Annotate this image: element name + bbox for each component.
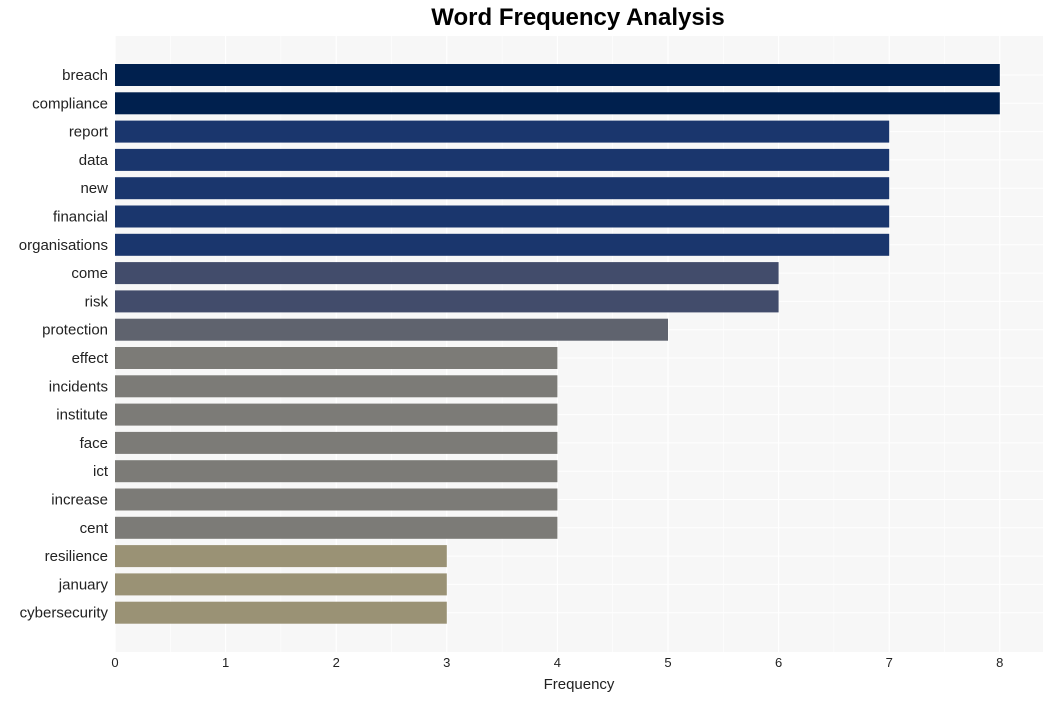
- x-tick-label: 7: [886, 655, 893, 670]
- y-tick-labels: breach compliance report data new financial or…: [19, 67, 109, 622]
- x-tick-label: 1: [222, 655, 229, 670]
- x-tick-label: 0: [111, 655, 118, 670]
- x-tick-label: 5: [664, 655, 671, 670]
- y-tick-label: ict: [93, 463, 109, 480]
- bar-organisations: [115, 233, 890, 256]
- x-tick-label: 4: [554, 655, 561, 670]
- x-tick-label: 3: [443, 655, 450, 670]
- x-tick-label: 2: [333, 655, 340, 670]
- bar-face: [115, 431, 558, 454]
- bar-chart: breach compliance report data new financial or…: [19, 36, 1043, 693]
- y-tick-label: cybersecurity: [20, 605, 109, 622]
- y-tick-label: data: [79, 152, 109, 169]
- y-tick-label: protection: [42, 322, 108, 339]
- y-tick-label: january: [58, 576, 109, 593]
- y-tick-label: organisations: [19, 237, 108, 254]
- y-tick-label: face: [80, 435, 108, 452]
- bar-come: [115, 262, 779, 285]
- x-tick-label: 6: [775, 655, 782, 670]
- x-axis-label: Frequency: [544, 676, 615, 693]
- y-tick-label: institute: [56, 407, 108, 424]
- bar-compliance: [115, 92, 1000, 115]
- y-tick-label: cent: [80, 520, 109, 537]
- bar-resilience: [115, 545, 447, 568]
- bar-protection: [115, 318, 668, 341]
- bar-data: [115, 148, 890, 171]
- y-tick-label: compliance: [32, 95, 108, 112]
- x-tick-labels: 0 1 2 3 4 5 6 7 8: [111, 655, 1003, 670]
- bar-effect: [115, 347, 558, 369]
- y-tick-label: resilience: [45, 548, 108, 565]
- y-tick-label: risk: [85, 293, 109, 310]
- bar-cent: [115, 516, 558, 539]
- bar-incidents: [115, 375, 558, 398]
- bar-report: [115, 120, 890, 143]
- y-tick-label: increase: [51, 492, 108, 509]
- bar-new: [115, 177, 890, 200]
- y-tick-label: financial: [53, 209, 108, 226]
- x-tick-label: 8: [996, 655, 1003, 670]
- bar-ict: [115, 460, 558, 483]
- y-tick-label: new: [80, 180, 108, 197]
- y-tick-label: breach: [62, 67, 108, 84]
- bar-financial: [115, 205, 890, 228]
- y-tick-label: effect: [72, 350, 109, 367]
- bar-january: [115, 573, 447, 596]
- y-tick-label: come: [71, 265, 108, 282]
- y-tick-label: report: [69, 124, 109, 141]
- bar-cybersecurity: [115, 601, 447, 624]
- bar-breach: [115, 64, 1000, 86]
- bar-increase: [115, 488, 558, 511]
- y-tick-label: incidents: [49, 378, 108, 395]
- bar-risk: [115, 290, 779, 313]
- bar-institute: [115, 403, 558, 426]
